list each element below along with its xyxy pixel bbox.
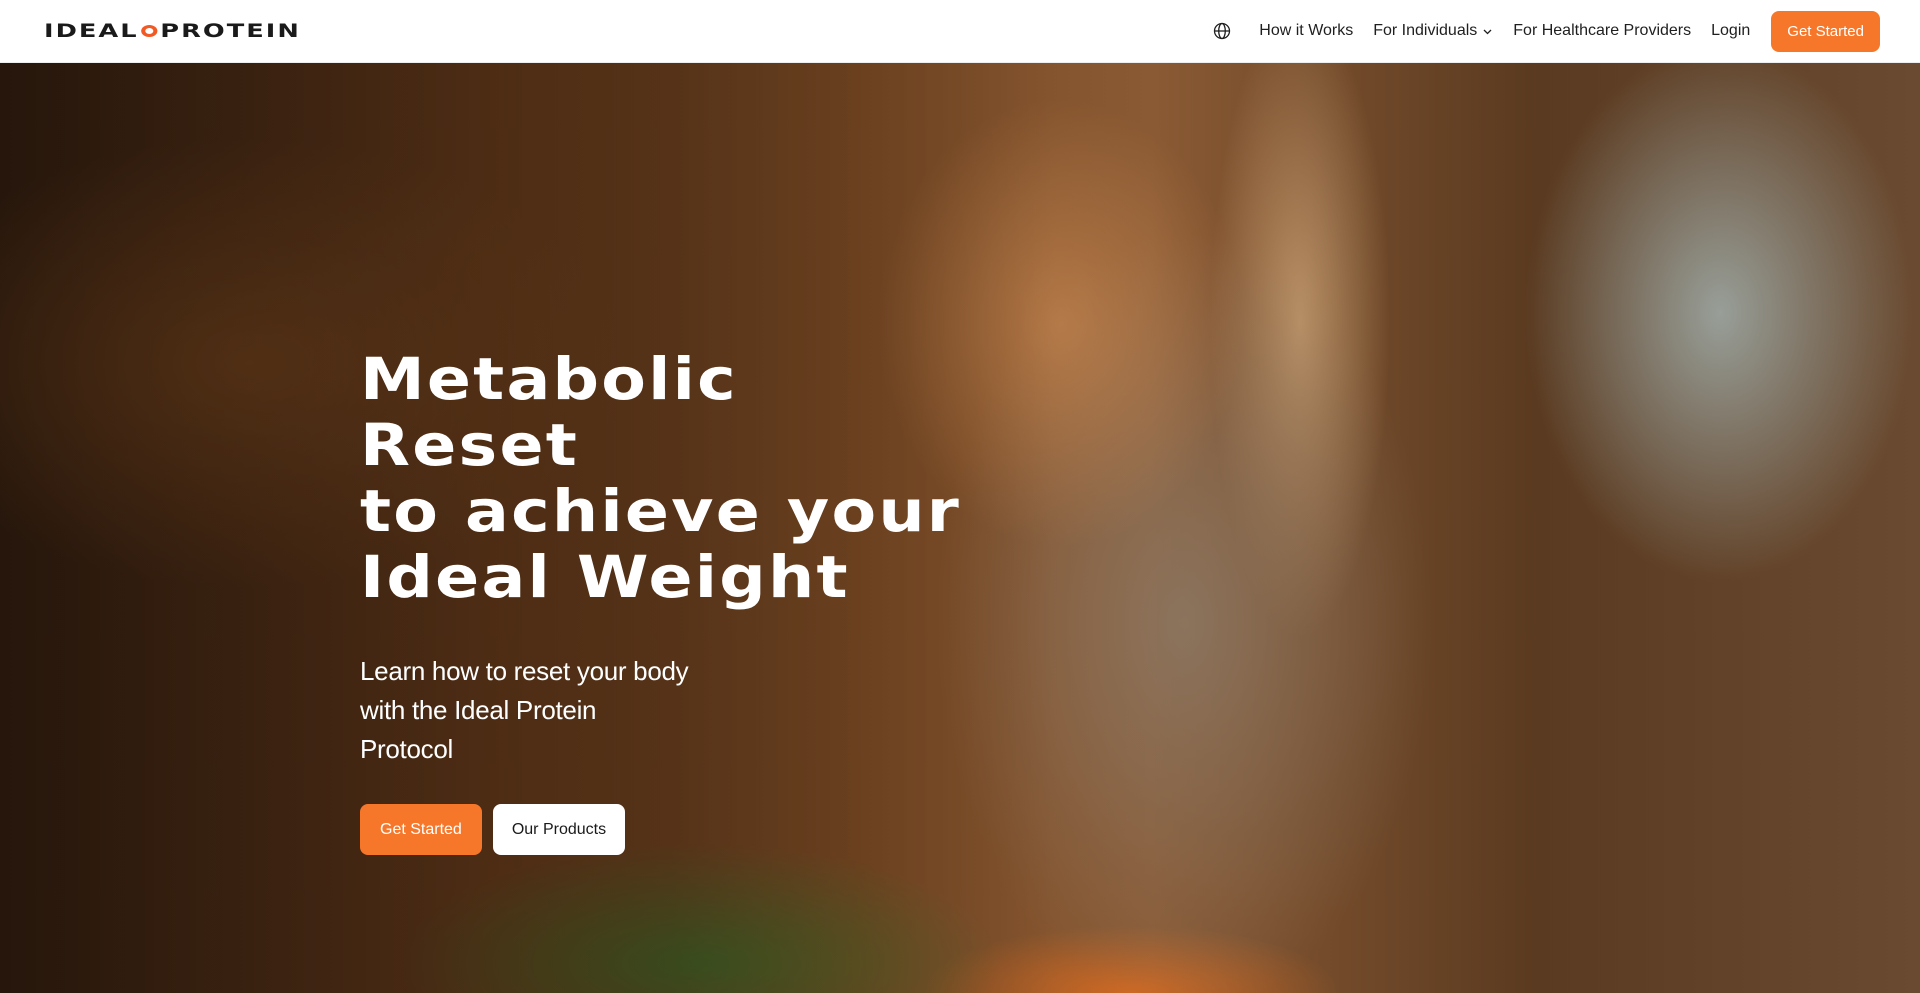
- nav-for-healthcare-providers[interactable]: For Healthcare Providers: [1513, 22, 1691, 40]
- nav-login[interactable]: Login: [1711, 22, 1750, 40]
- ideal-protein-logo[interactable]: IDEAL PROTEIN: [44, 20, 301, 42]
- nav-how-it-works[interactable]: How it Works: [1259, 22, 1353, 40]
- hero-title: Metabolic Reset to achieve your Ideal We…: [360, 345, 962, 611]
- site-header: IDEAL PROTEIN How it Works For Individua…: [0, 0, 1920, 63]
- nav-for-individuals[interactable]: For Individuals: [1373, 22, 1493, 40]
- logo-text-protein: PROTEIN: [160, 20, 301, 42]
- header-get-started-button[interactable]: Get Started: [1771, 10, 1880, 52]
- hero-content: Metabolic Reset to achieve your Ideal We…: [360, 346, 1060, 855]
- hero-actions: Get Started Our Products: [360, 804, 1060, 855]
- logo-mark-icon: [141, 25, 158, 37]
- hero-section: Metabolic Reset to achieve your Ideal We…: [0, 63, 1920, 993]
- hero-get-started-button[interactable]: Get Started: [360, 804, 482, 855]
- hero-subtitle: Learn how to reset your body with the Id…: [360, 656, 689, 764]
- chevron-down-icon: [1482, 26, 1493, 37]
- logo-text-ideal: IDEAL: [44, 20, 139, 42]
- nav-for-individuals-label: For Individuals: [1373, 22, 1478, 39]
- main-nav: How it Works For Individuals For Healthc…: [1213, 10, 1880, 52]
- globe-icon[interactable]: [1213, 22, 1231, 40]
- our-products-button[interactable]: Our Products: [492, 804, 626, 855]
